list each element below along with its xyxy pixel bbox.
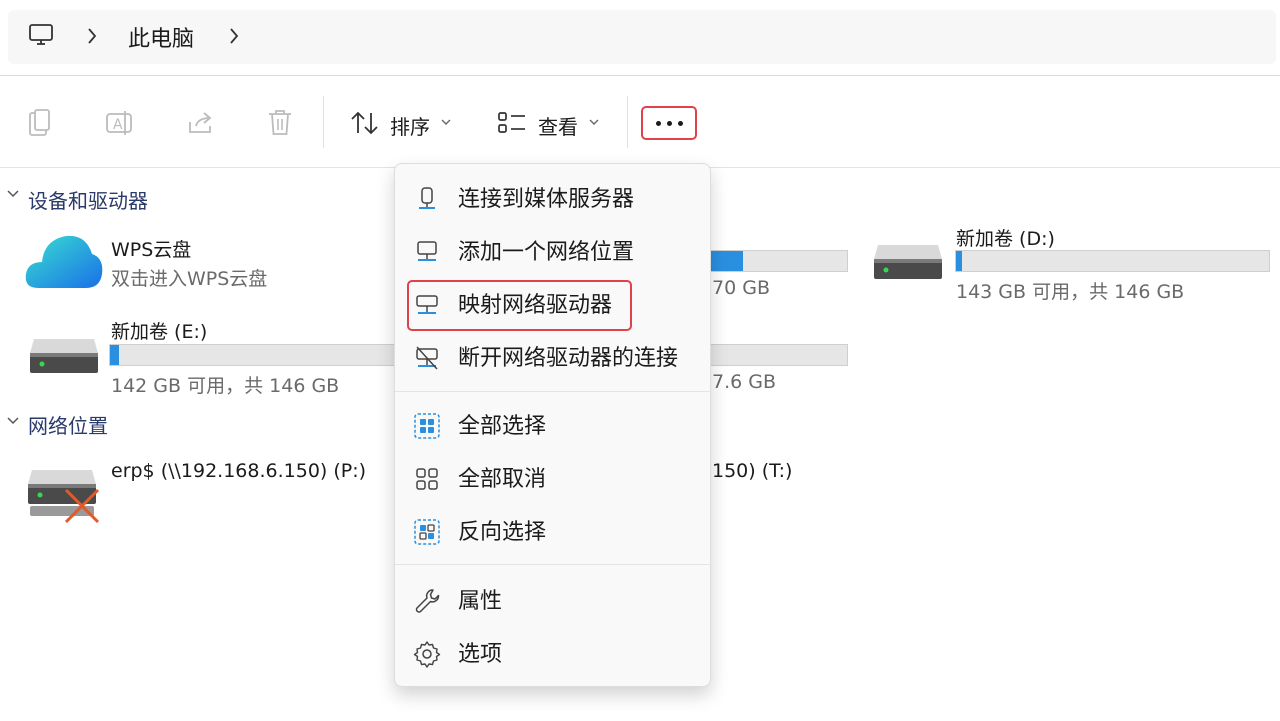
menu-divider [395, 391, 712, 392]
storage-bar [109, 344, 399, 366]
drive-subtitle: 142 GB 可用，共 146 GB [111, 375, 340, 397]
invert-selection-icon [413, 518, 441, 546]
drive-name[interactable]: 新加卷 (D:) [956, 224, 1055, 251]
gear-icon [413, 640, 441, 668]
menu-item-label: 属性 [458, 589, 503, 614]
monitor-icon[interactable] [28, 22, 54, 48]
more-options-button[interactable] [641, 106, 697, 140]
section-network-locations[interactable]: 网络位置 [28, 410, 108, 439]
menu-item-label: 断开网络驱动器的连接 [458, 346, 679, 371]
chevron-down-icon[interactable] [6, 188, 20, 200]
menu-divider [395, 564, 712, 565]
drive-name[interactable]: 新加卷 (E:) [111, 317, 207, 344]
menu-item-options[interactable]: 选项 [395, 630, 712, 674]
divider [0, 75, 1280, 76]
menu-item-map-network-drive[interactable]: 映射网络驱动器 [395, 281, 712, 325]
svg-text:A: A [113, 117, 123, 133]
sort-icon[interactable] [350, 110, 380, 136]
sort-button[interactable]: 排序 [390, 111, 430, 140]
trash-icon[interactable] [266, 108, 294, 138]
menu-item-connect-media-server[interactable]: 连接到媒体服务器 [395, 175, 712, 219]
storage-bar [955, 250, 1270, 272]
chevron-down-icon[interactable] [440, 117, 452, 127]
select-none-icon [413, 465, 441, 493]
media-server-icon [413, 185, 441, 213]
menu-item-select-all[interactable]: 全部选择 [395, 402, 712, 446]
breadcrumb-this-pc[interactable]: 此电脑 [128, 21, 194, 53]
divider [323, 96, 324, 148]
menu-item-invert-selection[interactable]: 反向选择 [395, 508, 712, 552]
menu-item-disconnect-network-drive[interactable]: 断开网络驱动器的连接 [395, 334, 712, 378]
drive-subtitle: 70 GB [712, 277, 770, 299]
menu-item-label: 添加一个网络位置 [458, 240, 635, 265]
select-all-icon [413, 412, 441, 440]
menu-item-label: 全部取消 [458, 467, 547, 492]
divider [627, 96, 628, 148]
address-bar: 此电脑 [0, 0, 1280, 76]
chevron-down-icon[interactable] [6, 415, 20, 427]
drive-subtitle: 7.6 GB [712, 371, 777, 393]
menu-item-select-none[interactable]: 全部取消 [395, 455, 712, 499]
network-location-icon [413, 238, 441, 266]
storage-bar [700, 344, 848, 366]
drive-name[interactable]: erp$ (\\192.168.6.150) (P:) [111, 460, 366, 482]
share-icon[interactable] [186, 108, 216, 138]
menu-item-properties[interactable]: 属性 [395, 577, 712, 621]
map-network-drive-icon [413, 291, 441, 319]
storage-bar-fill [110, 345, 119, 365]
menu-item-label: 映射网络驱动器 [458, 293, 613, 318]
drive-subtitle: 143 GB 可用，共 146 GB [956, 281, 1185, 303]
drive-name[interactable]: 150) (T:) [712, 460, 792, 482]
section-devices-and-drives[interactable]: 设备和驱动器 [28, 185, 148, 214]
disconnected-network-drive-icon[interactable] [26, 466, 104, 526]
menu-item-add-network-location[interactable]: 添加一个网络位置 [395, 228, 712, 272]
menu-item-label: 选项 [458, 642, 503, 667]
view-icon[interactable] [497, 110, 527, 136]
drive-name[interactable]: WPS云盘 [111, 235, 191, 262]
view-button[interactable]: 查看 [538, 111, 578, 140]
more-options-menu: 连接到媒体服务器 添加一个网络位置 映射网络驱动器 断开网络驱动器的连接 全部选… [394, 163, 712, 687]
address-field[interactable] [8, 10, 1276, 64]
storage-bar-fill [956, 251, 963, 271]
more-horizontal-icon [653, 120, 686, 126]
menu-item-label: 反向选择 [458, 520, 547, 545]
menu-item-label: 全部选择 [458, 414, 547, 439]
chevron-right-icon[interactable] [86, 27, 98, 45]
hard-drive-icon[interactable] [872, 243, 944, 283]
clipboard-icon[interactable] [26, 108, 54, 138]
chevron-right-icon[interactable] [228, 27, 240, 45]
rename-icon[interactable]: A [105, 108, 135, 138]
storage-bar [700, 250, 848, 272]
hard-drive-icon[interactable] [28, 337, 100, 377]
menu-item-label: 连接到媒体服务器 [458, 187, 635, 212]
disconnect-network-drive-icon [413, 344, 441, 372]
wrench-icon [413, 587, 441, 615]
chevron-down-icon[interactable] [588, 117, 600, 127]
cloud-icon[interactable] [24, 230, 104, 292]
drive-subtitle: 双击进入WPS云盘 [111, 268, 268, 290]
